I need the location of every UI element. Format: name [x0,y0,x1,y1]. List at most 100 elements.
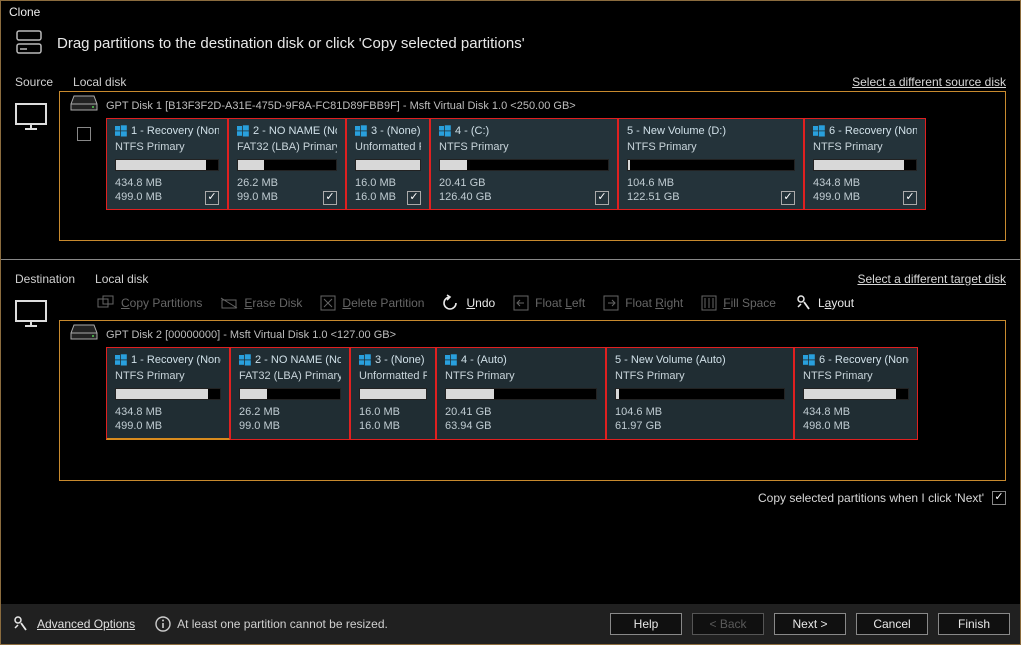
partition-sizes: 20.41 GB63.94 GB [445,406,491,434]
undo-button[interactable]: Undo [442,294,495,312]
partition[interactable]: 3 - (None) Unformatted Primary 16.0 MB16.0… [350,347,436,440]
partition[interactable]: 2 - NO NAME (None)FAT32 (LBA) Primary26.… [230,347,350,440]
usage-bar [239,388,341,400]
copy-partitions-button[interactable]: Copy Partitions [97,295,202,311]
partition-sizes: 434.8 MB498.0 MB [803,406,850,434]
finish-button[interactable]: Finish [938,613,1010,635]
partition[interactable]: 5 - New Volume (Auto)NTFS Primary104.6 M… [606,347,794,440]
partition-subtitle: NTFS Primary [803,370,909,382]
fill-space-button[interactable]: Fill Space [701,295,776,311]
windows-logo-icon [813,125,825,137]
partition-sizes: 20.41 GB126.40 GB [439,177,492,205]
layout-button[interactable]: Layout [794,294,854,312]
partition-title: 1 - Recovery (None) [131,354,221,366]
usage-bar [803,388,909,400]
partition-sizes: 434.8 MB499.0 MB [813,177,860,205]
windows-logo-icon [359,354,371,366]
usage-bar [615,388,785,400]
usage-bar [813,159,917,171]
source-disk-label: GPT Disk 1 [B13F3F2D-A31E-475D-9F8A-FC81… [106,100,576,112]
windows-logo-icon [115,354,127,366]
destination-toolbar: Copy Partitions Erase Disk Delete Partit… [59,288,1006,320]
next-button[interactable]: Next > [774,613,846,635]
destination-disk-panel: GPT Disk 2 [00000000] - Msft Virtual Dis… [59,320,1006,481]
delete-partition-button[interactable]: Delete Partition [320,295,424,311]
partition-checkbox[interactable] [781,191,795,205]
usage-bar [627,159,795,171]
window-title: Clone [1,1,1020,23]
advanced-options-link[interactable]: Advanced Options [11,615,135,633]
partition-sizes: 16.0 MB16.0 MB [359,406,400,434]
partition-title: 5 - New Volume (Auto) [615,354,726,366]
partition-title: 4 - (C:) [455,125,489,137]
windows-logo-icon [237,125,249,137]
partition-subtitle: NTFS Primary [627,141,795,153]
float-right-button[interactable]: Float Right [603,295,683,311]
help-button[interactable]: Help [610,613,682,635]
partition-checkbox[interactable] [205,191,219,205]
copy-on-next-checkbox[interactable] [992,491,1006,505]
partition-subtitle: NTFS Primary [813,141,917,153]
erase-disk-button[interactable]: Erase Disk [220,295,302,311]
partition-title: 2 - NO NAME (None) [253,125,337,137]
partition-title: 3 - (None) [371,125,421,137]
partition[interactable]: 6 - Recovery (None)NTFS Primary434.8 MB4… [794,347,918,440]
source-disk-checkbox[interactable] [77,127,91,141]
windows-logo-icon [439,125,451,137]
partition-subtitle: NTFS Primary [115,370,221,382]
partition-title: 6 - Recovery (None) [829,125,917,137]
cancel-button[interactable]: Cancel [856,613,928,635]
source-disk-panel: GPT Disk 1 [B13F3F2D-A31E-475D-9F8A-FC81… [59,91,1006,241]
partition-sizes: 104.6 MB122.51 GB [627,177,680,205]
partition-title: 5 - New Volume (D:) [627,125,726,137]
usage-bar [439,159,609,171]
windows-logo-icon [445,354,457,366]
back-button: < Back [692,613,764,635]
float-left-button[interactable]: Float Left [513,295,585,311]
divider [1,259,1020,260]
partition-subtitle: NTFS Primary [445,370,597,382]
partition-checkbox[interactable] [407,191,421,205]
partition[interactable]: 2 - NO NAME (None)FAT32 (LBA) Primary26.… [228,118,346,210]
usage-bar [237,159,337,171]
source-section-header: Source Local disk Select a different sou… [1,71,1020,91]
drive-stack-icon [15,29,45,57]
header: Drag partitions to the destination disk … [1,23,1020,71]
partition-checkbox[interactable] [323,191,337,205]
hdd-icon [70,323,98,344]
partition-checkbox[interactable] [903,191,917,205]
partition-checkbox[interactable] [595,191,609,205]
partition[interactable]: 5 - New Volume (D:) NTFS Primary 104.6 MB1… [618,118,804,210]
usage-bar [359,388,427,400]
partition[interactable]: 1 - Recovery (None) NTFS Primary 434.8 MB4… [106,118,228,210]
destination-disk-label: GPT Disk 2 [00000000] - Msft Virtual Dis… [106,329,396,341]
partition[interactable]: 1 - Recovery (None)NTFS Primary434.8 MB4… [106,347,230,440]
partition[interactable]: 3 - (None) Unformatted Primary 16.0 MB16.0… [346,118,430,210]
partition-title: 3 - (None) [375,354,425,366]
footer-info: At least one partition cannot be resized… [155,616,388,632]
partition[interactable]: 6 - Recovery (None) NTFS Primary 434.8 MB4… [804,118,926,210]
partition-subtitle: Unformatted Primary [355,141,421,153]
source-subheading: Local disk [73,75,126,89]
select-different-source-link[interactable]: Select a different source disk [852,75,1006,89]
partition-subtitle: NTFS Primary [115,141,219,153]
partition-sizes: 434.8 MB499.0 MB [115,177,162,205]
partition[interactable]: 4 - (C:)NTFS Primary20.41 GB126.40 GB [430,118,618,210]
destination-partitions: 1 - Recovery (None) NTFS Primary 434.8 MB4… [106,347,995,440]
windows-logo-icon [355,125,367,137]
select-different-target-link[interactable]: Select a different target disk [857,272,1006,286]
monitor-icon [15,300,47,331]
destination-label: Destination [15,272,75,286]
source-partitions: 1 - Recovery (None) NTFS Primary 434.8 MB4… [106,118,995,210]
partition-subtitle: FAT32 (LBA) Primary [237,141,337,153]
partition-title: 4 - (Auto) [461,354,507,366]
partition[interactable]: 4 - (Auto) NTFS Primary 20.41 GB63.94 GB [436,347,606,440]
usage-bar [115,388,221,400]
usage-bar [115,159,219,171]
windows-logo-icon [239,354,251,366]
partition-title: 1 - Recovery (None) [131,125,219,137]
partition-subtitle: Unformatted Primary [359,370,427,382]
info-icon [155,616,171,632]
partition-sizes: 16.0 MB16.0 MB [355,177,396,205]
usage-bar [445,388,597,400]
